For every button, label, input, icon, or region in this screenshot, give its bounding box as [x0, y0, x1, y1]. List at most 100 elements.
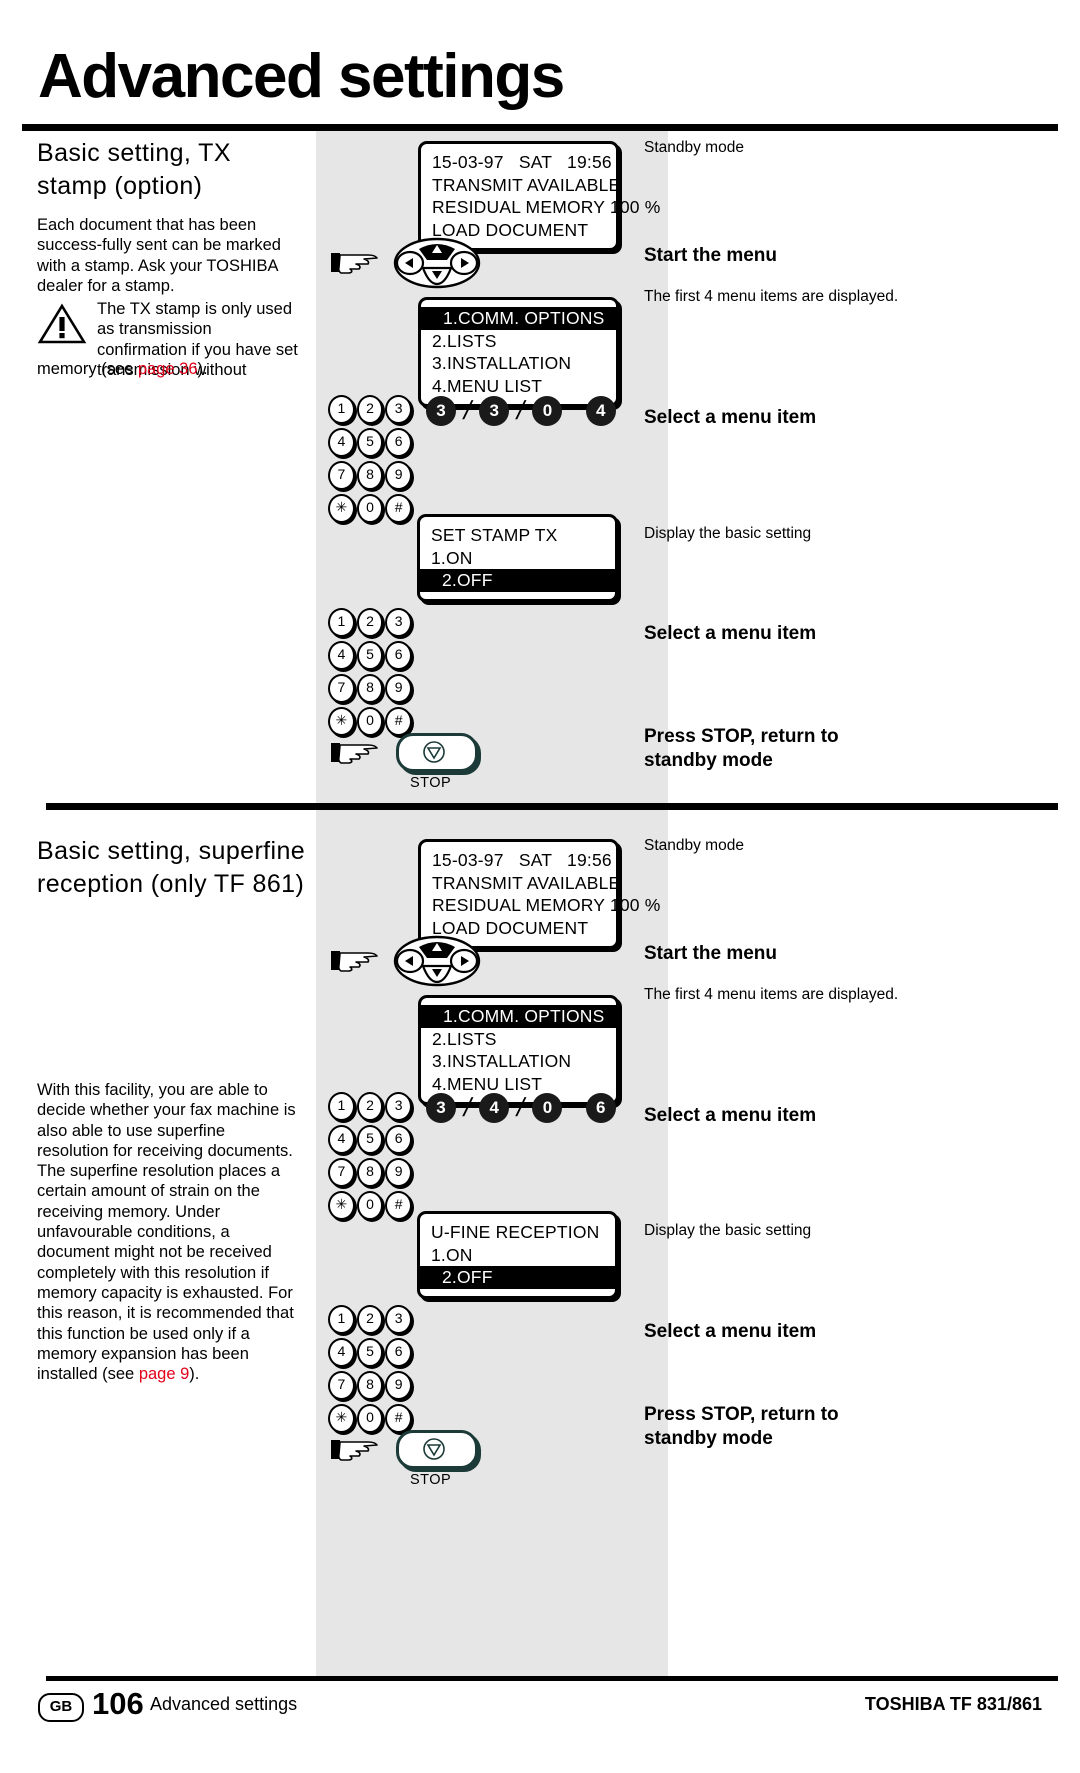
keypad-row: 1 2 3	[328, 1305, 413, 1338]
key-6[interactable]: 6	[385, 641, 413, 670]
code-digit-4: 6	[585, 1092, 616, 1123]
key-2[interactable]: 2	[356, 1305, 384, 1334]
page-reference-link-9[interactable]: page 9	[139, 1365, 189, 1383]
key-3[interactable]: 3	[385, 1092, 413, 1121]
key-2[interactable]: 2	[356, 608, 384, 637]
key-9[interactable]: 9	[385, 674, 413, 703]
key-9[interactable]: 9	[385, 461, 413, 490]
key-star[interactable]: ✳	[328, 1404, 355, 1433]
warning-triangle-icon	[37, 303, 87, 344]
lcd-setting-2-option-on: 1.ON	[431, 1244, 473, 1265]
code-sequence-2: 3 / 4 / 0 / 6	[426, 1092, 616, 1123]
keypad-row: 1 2 3	[328, 395, 413, 428]
keypad-row: 7 8 9	[328, 674, 413, 707]
lcd-setting-1-title: SET STAMP TX	[431, 525, 558, 545]
key-6[interactable]: 6	[385, 1125, 413, 1154]
note-tail-suffix: ).	[197, 360, 208, 378]
code-digit-1: 3	[426, 1092, 456, 1123]
navigation-pad-icon[interactable]	[393, 935, 481, 987]
lcd-setting-2: U-FINE RECEPTION 1.ON 2.OFF	[417, 1211, 618, 1299]
key-0[interactable]: 0	[356, 1404, 384, 1433]
key-6[interactable]: 6	[385, 428, 413, 457]
key-0[interactable]: 0	[356, 1191, 384, 1220]
numeric-keypad-2b[interactable]: 1 2 3 4 5 6 7 8 9 ✳ 0 #	[328, 1305, 413, 1437]
code-digit-2: 4	[479, 1092, 510, 1123]
key-5[interactable]: 5	[356, 641, 384, 670]
lcd-menu-2: 1.COMM. OPTIONS 2.LISTS 3.INSTALLATION 4…	[418, 995, 619, 1105]
key-1[interactable]: 1	[328, 1092, 355, 1121]
key-star[interactable]: ✳	[328, 707, 355, 736]
annotation-select-item-1a: Select a menu item	[644, 407, 817, 428]
numeric-keypad-1[interactable]: 1 2 3 4 5 6 7 8 9 ✳ 0 #	[328, 395, 413, 527]
stop-button-2[interactable]	[396, 1430, 478, 1469]
key-4[interactable]: 4	[328, 1125, 355, 1154]
numeric-keypad-2[interactable]: 1 2 3 4 5 6 7 8 9 ✳ 0 #	[328, 1092, 413, 1224]
lcd-menu-1-line1: 1.COMM. OPTIONS	[443, 308, 605, 328]
code-separator: /	[460, 1092, 475, 1122]
note-tail-prefix: memory (see	[37, 360, 138, 378]
key-0[interactable]: 0	[356, 494, 384, 523]
numeric-keypad-1b[interactable]: 1 2 3 4 5 6 7 8 9 ✳ 0 #	[328, 608, 413, 740]
key-9[interactable]: 9	[385, 1371, 413, 1400]
stop-button-1[interactable]	[396, 733, 478, 772]
code-digit-3: 0	[532, 395, 563, 426]
code-digit-4: 4	[585, 395, 616, 426]
key-hash[interactable]: #	[385, 1404, 413, 1433]
section-2-body: With this facility, you are able to deci…	[37, 1080, 299, 1384]
key-2[interactable]: 2	[356, 1092, 384, 1121]
key-4[interactable]: 4	[328, 428, 355, 457]
manual-page: Advanced settings Basic setting, TX stam…	[0, 0, 1080, 1773]
key-star[interactable]: ✳	[328, 494, 355, 523]
lcd-standby-2-line2: TRANSMIT AVAILABLE	[432, 872, 621, 893]
keypad-row: 4 5 6	[328, 1125, 413, 1158]
annotation-press-stop-1: Press STOP, return to standby mode	[644, 726, 839, 771]
key-1[interactable]: 1	[328, 1305, 355, 1334]
section-2-body-text: With this facility, you are able to deci…	[37, 1081, 296, 1384]
lcd-menu-1-line2: 2.LISTS	[432, 330, 497, 351]
code-sequence-1: 3 / 3 / 0 / 4	[426, 395, 616, 426]
key-1[interactable]: 1	[328, 395, 355, 424]
key-5[interactable]: 5	[356, 1125, 384, 1154]
stop-symbol-icon	[423, 1438, 445, 1460]
key-8[interactable]: 8	[356, 1371, 384, 1400]
navigation-pad-icon[interactable]	[393, 237, 481, 289]
key-7[interactable]: 7	[328, 674, 355, 703]
key-3[interactable]: 3	[385, 1305, 413, 1334]
key-5[interactable]: 5	[356, 428, 384, 457]
key-4[interactable]: 4	[328, 641, 355, 670]
annotation-press-stop-2: Press STOP, return to standby mode	[644, 1404, 839, 1449]
key-hash[interactable]: #	[385, 1191, 413, 1220]
key-0[interactable]: 0	[356, 707, 384, 736]
page-number: 106	[92, 1686, 144, 1721]
key-3[interactable]: 3	[385, 608, 413, 637]
key-7[interactable]: 7	[328, 1371, 355, 1400]
key-1[interactable]: 1	[328, 608, 355, 637]
key-4[interactable]: 4	[328, 1338, 355, 1367]
key-8[interactable]: 8	[356, 1158, 384, 1187]
key-7[interactable]: 7	[328, 1158, 355, 1187]
key-8[interactable]: 8	[356, 461, 384, 490]
annotation-display-basic-1: Display the basic setting	[644, 525, 812, 542]
lcd-setting-2-option-off: 2.OFF	[442, 1267, 493, 1287]
key-5[interactable]: 5	[356, 1338, 384, 1367]
annotation-display-basic-2: Display the basic setting	[644, 1222, 812, 1239]
key-star[interactable]: ✳	[328, 1191, 355, 1220]
code-separator: /	[460, 395, 475, 425]
lcd-setting-1-option-off: 2.OFF	[442, 570, 493, 590]
key-hash[interactable]: #	[385, 494, 413, 523]
code-digit-1: 3	[426, 395, 456, 426]
annotation-standby-2: Standby mode	[644, 837, 744, 854]
key-hash[interactable]: #	[385, 707, 413, 736]
lcd-menu-2-line2: 2.LISTS	[432, 1028, 497, 1049]
key-2[interactable]: 2	[356, 395, 384, 424]
key-8[interactable]: 8	[356, 674, 384, 703]
key-3[interactable]: 3	[385, 395, 413, 424]
annotation-standby-1: Standby mode	[644, 139, 744, 156]
annotation-start-menu-1: Start the menu	[644, 245, 778, 266]
section-1-heading: Basic setting, TX stamp (option)	[37, 139, 231, 200]
key-9[interactable]: 9	[385, 1158, 413, 1187]
page-reference-link-36[interactable]: page 36	[138, 360, 198, 378]
lcd-menu-1-line3: 3.INSTALLATION	[432, 353, 572, 373]
key-6[interactable]: 6	[385, 1338, 413, 1367]
key-7[interactable]: 7	[328, 461, 355, 490]
